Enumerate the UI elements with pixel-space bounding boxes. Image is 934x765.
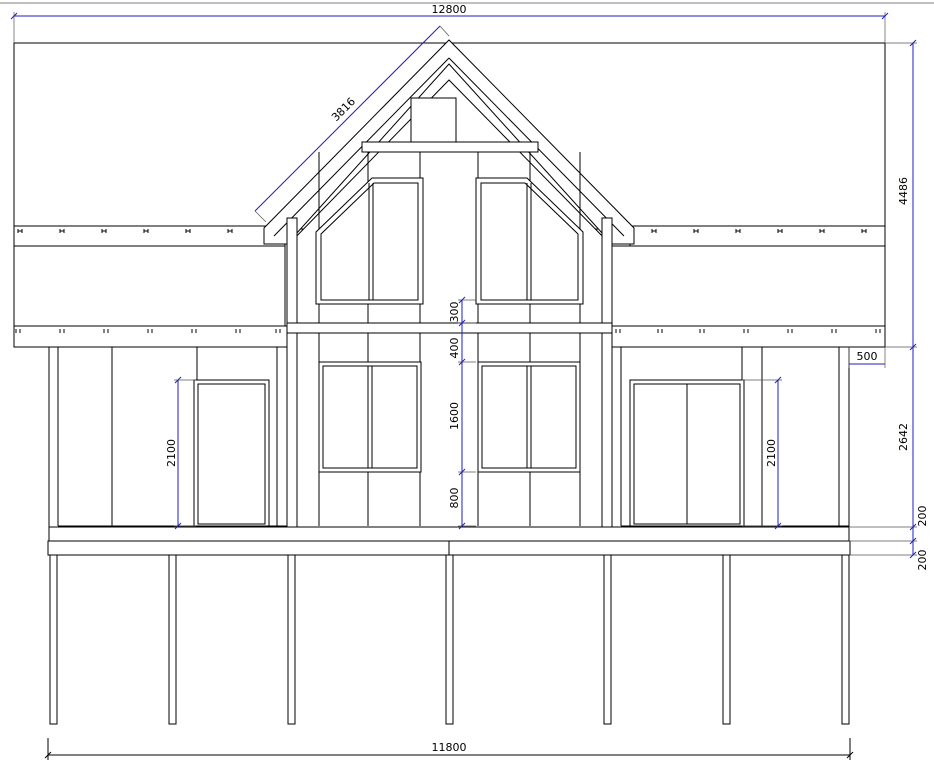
roof-fascia-right [629,225,886,247]
dim-roof-overhang: 500 [848,347,886,368]
dim-label: 200 [916,550,929,571]
roof-fascia-left [13,225,286,247]
dim-floor-thickness: 200 [849,506,929,545]
dim-label: 500 [857,350,878,363]
pile-foundation [49,554,850,725]
gable-collar-beam [361,141,539,153]
pile [603,554,612,725]
dim-label: 4486 [897,177,910,205]
floor-slab [48,526,850,542]
right-corner-post [601,217,613,531]
right-wing-upper-wall [611,245,886,329]
pile [287,554,296,725]
dim-overall-roof-width: 12800 [10,3,889,43]
left-door [193,379,270,527]
house-facade-elevation: 12800 3816 4486 500 2642 200 200 2100 21… [0,2,934,760]
left-corner-post [286,217,298,531]
dim-label: 300 [448,302,461,323]
gable-vent [410,97,457,143]
left-wing [48,346,288,531]
dim-label: 800 [448,488,461,509]
right-wing [611,346,850,531]
pile [168,554,177,725]
pile [722,554,731,725]
dim-label: 2642 [897,423,910,451]
dim-label: 2100 [765,439,778,467]
dim-first-floor-height: 2642 [849,347,917,531]
pile [841,554,850,725]
lower-eave-left [13,325,288,348]
dim-label: 2100 [165,439,178,467]
dim-foundation-width: 11800 [44,738,854,760]
dim-label: 200 [916,506,929,527]
pile [49,554,58,725]
dim-label: 12800 [432,3,467,16]
interfloor-belt [286,322,613,334]
dim-total-height: 4486 [885,39,917,351]
lower-window-left [318,361,422,473]
dim-label: 11800 [432,741,467,754]
dim-label: 1600 [448,402,461,430]
pile [445,554,454,725]
left-wing-upper-wall [13,245,286,329]
dim-plinth-thickness: 200 [849,541,929,571]
lower-window-right [477,361,581,473]
dim-label: 400 [448,338,461,359]
